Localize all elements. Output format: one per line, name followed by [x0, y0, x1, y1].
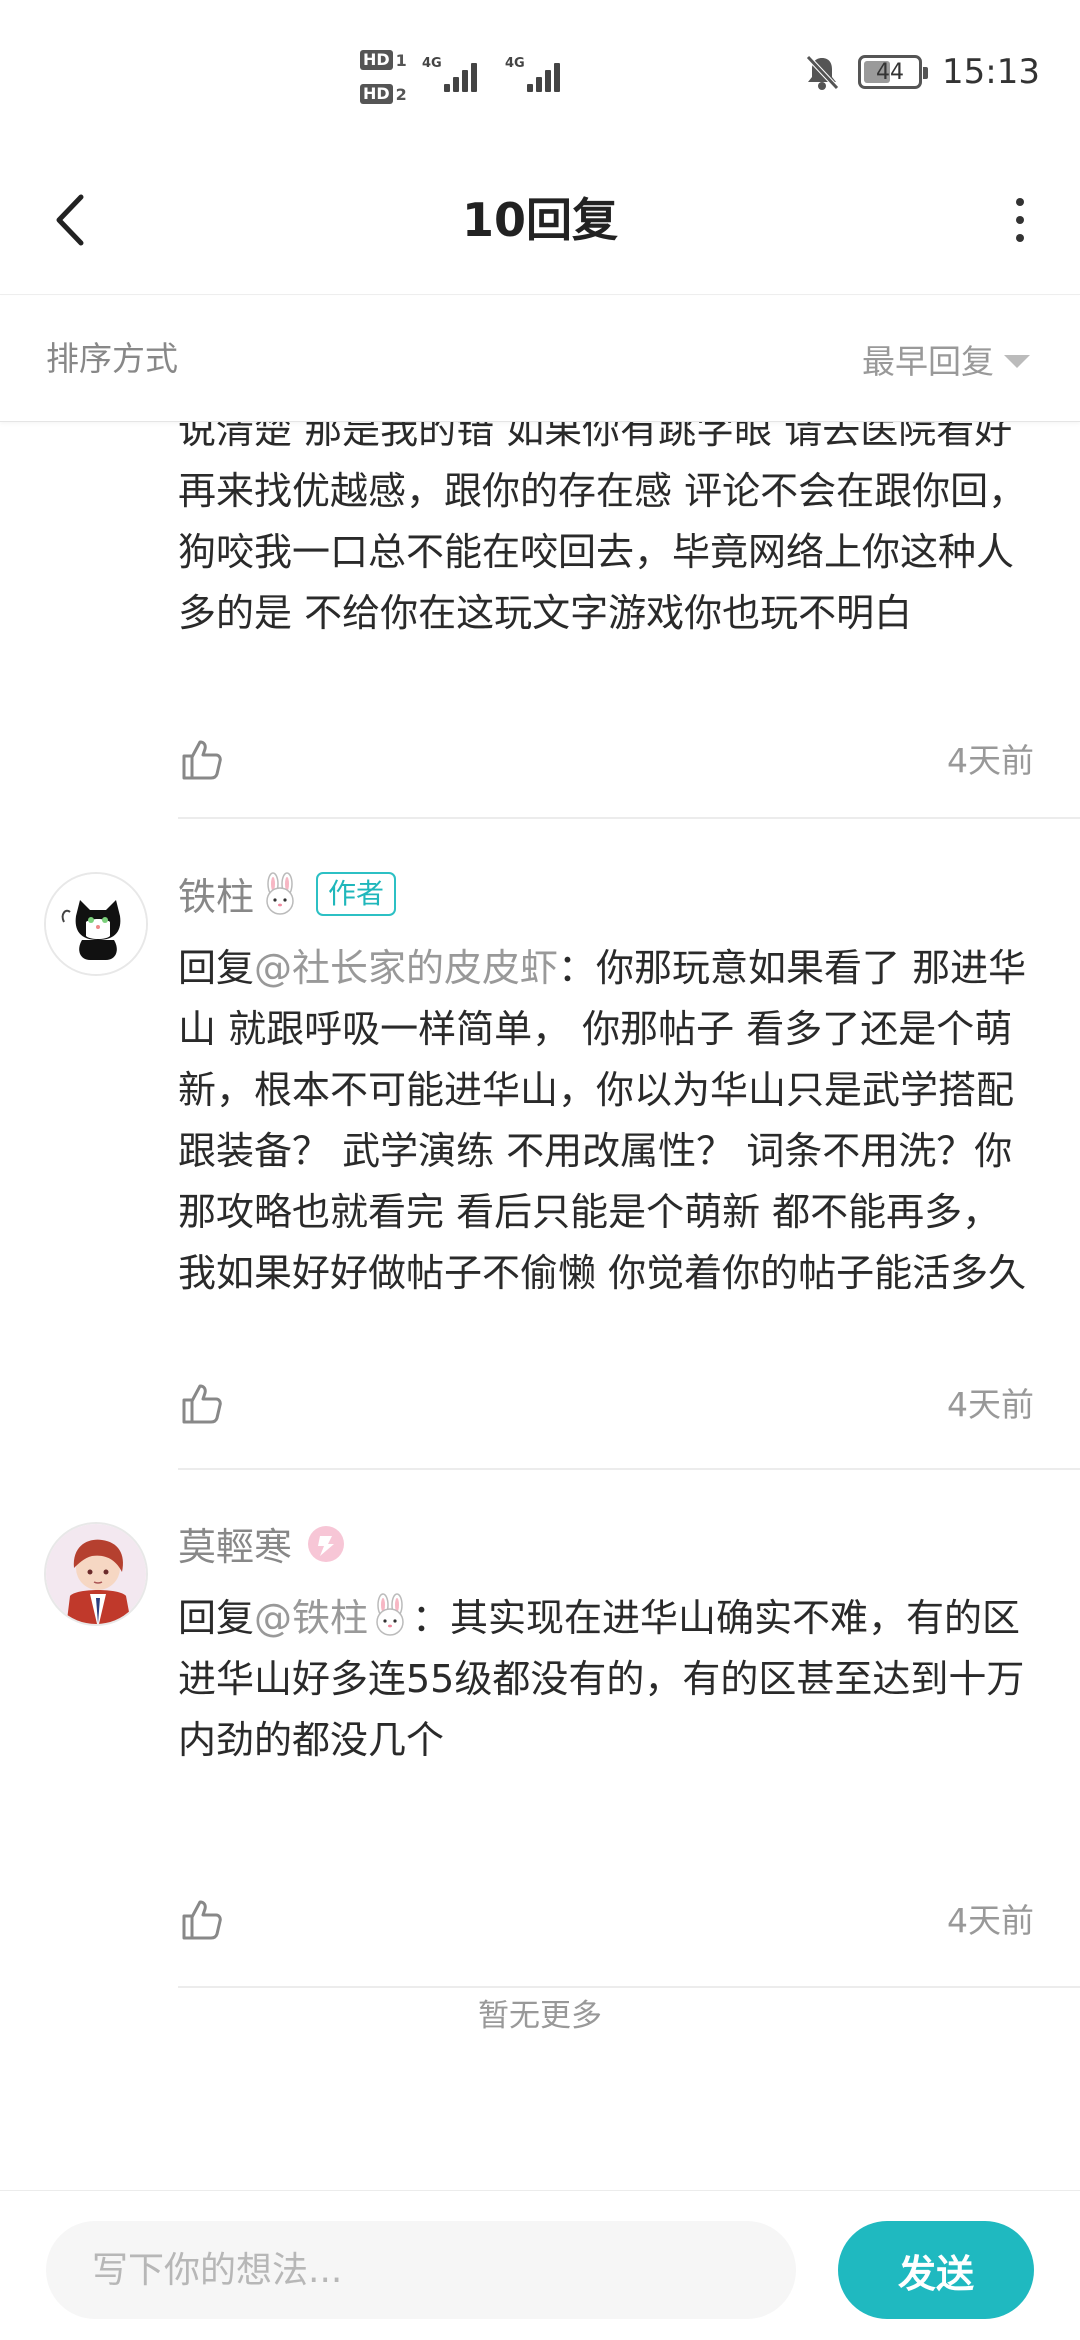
mention-text: @铁柱 [254, 1596, 369, 1640]
reply-prefix: 回复 [178, 1596, 255, 1640]
no-more-text: 暂无更多 [478, 1998, 602, 2034]
composer-bar: 发送 [0, 2190, 1080, 2340]
status-right: 44 15:13 [802, 52, 1040, 92]
divider [178, 817, 1080, 819]
mention-link[interactable]: @铁柱 [254, 1593, 412, 1640]
caret-down-icon [1004, 354, 1030, 368]
reply-header: 莫輕寒 [178, 1516, 346, 1571]
reply-time: 4天前 [947, 1385, 1034, 1424]
reply-item: 莫輕寒 回复@铁柱 ：其实现在进华山确实不难，有的区进华山好多连55级都没有的，… [0, 1522, 1080, 2002]
anime-avatar-icon [46, 1524, 146, 1624]
network-type: 4G [422, 56, 442, 71]
mention-link[interactable]: @社长家的皮皮虾 [254, 946, 558, 990]
divider [178, 1986, 1080, 1988]
reply-header: 铁柱 作者 [178, 866, 397, 921]
status-bar: HD 1 HD 2 4G 4G 44 15:13 [0, 0, 1080, 150]
user-name[interactable]: 铁柱 [178, 866, 254, 921]
comment-input[interactable] [46, 2221, 796, 2319]
reply-time: 4天前 [947, 741, 1034, 780]
sim-slot: 2 [395, 84, 407, 104]
mute-bell-icon [806, 55, 839, 90]
level-badge-icon [308, 1525, 345, 1562]
thumbs-up-icon[interactable] [178, 1896, 226, 1944]
hd-badge: HD [360, 50, 393, 70]
more-dot-icon [1016, 216, 1024, 224]
reply-text: 回复@社长家的皮皮虾：你那玩意如果看了 那进华山 就跟呼吸一样简单， 你那帖子 … [178, 938, 1038, 1304]
sort-value: 最早回复 [862, 342, 994, 381]
divider [178, 1468, 1080, 1470]
title-bar: 10回复 [0, 150, 1080, 295]
sort-dropdown[interactable]: 最早回复 [862, 296, 1030, 422]
reply-item: 说清楚 那是我的错 如果你有跳字眼 请去医院看好再来找优越感，跟你的存在感 评论… [0, 422, 1080, 820]
reply-footer: 4天前 [178, 736, 1034, 796]
battery-level: 44 [876, 59, 905, 85]
reply-list[interactable]: 说清楚 那是我的错 如果你有跳字眼 请去医院看好再来找优越感，跟你的存在感 评论… [0, 422, 1080, 2192]
reply-prefix: 回复 [178, 946, 255, 990]
author-badge: 作者 [316, 871, 397, 916]
rabbit-emoji-icon [266, 871, 294, 915]
reply-footer: 4天前 [178, 1380, 1034, 1440]
hd-badge: HD [360, 84, 393, 104]
sort-bar: 排序方式 最早回复 [0, 296, 1080, 422]
avatar[interactable] [44, 1522, 148, 1626]
reply-time: 4天前 [947, 1901, 1034, 1940]
battery-indicator: 44 [858, 55, 929, 89]
page-title: 10回复 [461, 193, 618, 247]
more-dot-icon [1016, 234, 1024, 242]
sim2-indicator: HD 2 [360, 84, 407, 104]
thumbs-up-icon[interactable] [178, 1380, 226, 1428]
sim-slot: 1 [395, 50, 407, 70]
reply-content: ：你那玩意如果看了 那进华山 就跟呼吸一样简单， 你那帖子 看多了还是个萌新，根… [178, 946, 1027, 1295]
network-type: 4G [505, 56, 525, 71]
send-button[interactable]: 发送 [838, 2221, 1034, 2319]
sort-label: 排序方式 [46, 339, 178, 378]
avatar[interactable] [44, 872, 148, 976]
reply-text: 说清楚 那是我的错 如果你有跳字眼 请去医院看好再来找优越感，跟你的存在感 评论… [178, 422, 1027, 635]
user-name[interactable]: 莫輕寒 [178, 1516, 292, 1571]
reply-footer: 4天前 [178, 1896, 1034, 1956]
cat-avatar-icon [46, 874, 146, 974]
reply-item: 铁柱 作者 回复@社长家的皮皮虾：你那玩意如果看了 那进华山 就跟呼吸一样简单，… [0, 871, 1080, 1492]
rabbit-emoji-icon [376, 1593, 404, 1636]
thumbs-up-icon[interactable] [178, 736, 226, 784]
more-menu-button[interactable] [1000, 190, 1040, 250]
more-dot-icon [1016, 198, 1024, 206]
sim1-indicator: HD 1 [360, 50, 407, 70]
clock: 15:13 [942, 52, 1040, 92]
reply-text: 回复@铁柱 ：其实现在进华山确实不难，有的区进华山好多连55级都没有的，有的区甚… [178, 1588, 1038, 1771]
